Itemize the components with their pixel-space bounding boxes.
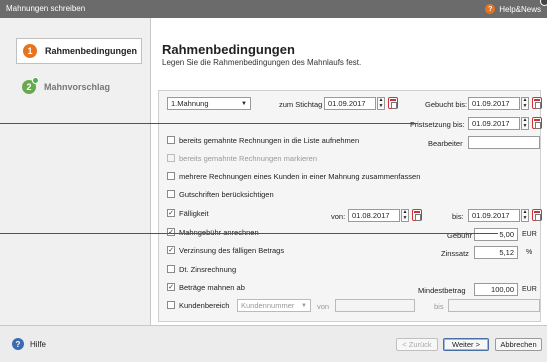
checkbox-bereits-markieren[interactable] [167,154,175,162]
opt-verzinsung-label: Verzinsung des fälligen Betrags [179,246,285,255]
opt-mehrere-label: mehrere Rechnungen eines Kunden in einer… [179,172,421,181]
faellig-von-spinner[interactable]: ▲ ▼ [401,209,409,222]
stichtag-field[interactable]: 01.09.2017 [324,97,376,110]
kunden-select-value: Kundennummer [241,301,295,310]
help-icon: ? [12,338,24,350]
chevron-down-icon: ▼ [241,100,247,107]
zinssatz-label: Zinssatz [441,249,469,258]
settings-panel: 1.Mahnung ▼ zum Stichtag 01.09.2017 ▲ ▼ G… [158,90,542,322]
page-subtitle: Legen Sie die Rahmenbedingungen des Mahn… [162,58,362,67]
title-bar: Mahnungen schreiben ? Help&News [0,0,547,18]
checkbox-faelligkeit[interactable]: ✓ [167,209,175,217]
close-icon[interactable] [540,0,547,6]
window-title: Mahnungen schreiben [6,4,86,13]
gebuehr-value: 5,00 [499,230,514,239]
opt-bereits-markieren-label: bereits gemahnte Rechnungen markieren [179,154,317,163]
checkbox-bereits-aufnehmen[interactable] [167,136,175,144]
help-news-link[interactable]: ? Help&News [485,4,541,14]
page-title: Rahmenbedingungen [162,42,295,57]
calendar-icon[interactable] [532,209,542,221]
checkbox-mehrere[interactable] [167,172,175,180]
main-content: Rahmenbedingungen Legen Sie die Rahmenbe… [152,18,547,325]
help-button[interactable]: ? Hilfe [12,338,46,350]
help-icon: ? [485,4,496,14]
checkbox-betraege[interactable]: ✓ [167,283,175,291]
bearbeiter-label: Bearbeiter [428,139,463,148]
faellig-von-label: von: [331,212,346,221]
stichtag-label: zum Stichtag [279,100,323,109]
stichtag-spinner[interactable]: ▲ ▼ [377,97,385,110]
opt-dt-zinsrechnung-label: Dt. Zinsrechnung [179,265,237,274]
calendar-icon[interactable] [412,209,422,221]
faellig-bis-value: 01.09.2017 [472,211,510,220]
step-number-icon: 1 [23,44,37,58]
footer-bar: ? Hilfe < Zurück Weiter > Abbrechen [0,325,547,362]
callout-line-gebucht [0,123,418,124]
kunden-von-field[interactable] [335,299,415,312]
gebuehr-field[interactable]: 5,00 [474,228,518,241]
fristsetzung-value: 01.09.2017 [472,119,510,128]
checkbox-kundenbereich[interactable] [167,301,175,309]
kunden-select[interactable]: Kundennummer ▼ [237,299,311,312]
gebuehr-unit: EUR [522,231,537,238]
chevron-down-icon: ▼ [301,302,307,309]
zinssatz-value: 5,12 [499,248,514,257]
callout-line-gebuehr [0,233,498,234]
back-button[interactable]: < Zurück [396,338,438,351]
fristsetzung-spinner[interactable]: ▲ ▼ [521,117,529,130]
opt-kundenbereich-label: Kundenbereich [179,301,230,310]
mindestbetrag-unit: EUR [522,286,537,293]
step-number-icon: 2 [22,77,39,94]
mahnstufe-value: 1.Mahnung [171,99,209,108]
faellig-bis-field[interactable]: 01.09.2017 [468,209,520,222]
faellig-von-value: 01.08.2017 [352,211,390,220]
mahnstufe-select[interactable]: 1.Mahnung ▼ [167,97,251,110]
opt-betraege-label: Beträge mahnen ab [179,283,245,292]
gebucht-label: Gebucht bis: [425,100,468,109]
faellig-bis-label: bis: [452,212,464,221]
mindestbetrag-field[interactable]: 100,00 [474,283,518,296]
bearbeiter-field[interactable] [468,136,540,149]
step-label: Rahmenbedingungen [45,46,137,56]
opt-faelligkeit-label: Fälligkeit [179,209,209,218]
step-number: 2 [26,82,32,92]
faellig-bis-spinner[interactable]: ▲ ▼ [521,209,529,222]
zinssatz-unit: % [526,249,533,256]
fristsetzung-label: Fristsetzung bis: [410,120,465,129]
checkbox-mahngebuehr[interactable]: ✓ [167,228,175,236]
kunden-bis-field[interactable] [448,299,540,312]
calendar-icon[interactable] [388,97,398,109]
kunden-bis-label: bis [434,302,444,311]
step-mahnvorschlag[interactable]: 2 Mahnvorschlag [22,74,142,100]
gebucht-value: 01.09.2017 [472,99,510,108]
gebucht-spinner[interactable]: ▲ ▼ [521,97,529,110]
calendar-icon[interactable] [532,97,542,109]
help-news-label: Help&News [499,4,541,14]
steps-pane: 1 Rahmenbedingungen 2 Mahnvorschlag [0,18,151,325]
next-button[interactable]: Weiter > [443,338,489,351]
mindestbetrag-value: 100,00 [491,285,514,294]
cancel-button[interactable]: Abbrechen [495,338,542,351]
fristsetzung-field[interactable]: 01.09.2017 [468,117,520,130]
check-icon [32,77,39,84]
checkbox-verzinsung[interactable]: ✓ [167,246,175,254]
opt-gutschriften-label: Gutschriften berücksichtigen [179,190,274,199]
zinssatz-field[interactable]: 5,12 [474,246,518,259]
calendar-icon[interactable] [532,117,542,129]
checkbox-gutschriften[interactable] [167,190,175,198]
faellig-von-field[interactable]: 01.08.2017 [348,209,400,222]
stichtag-value: 01.09.2017 [328,99,366,108]
step-rahmenbedingungen[interactable]: 1 Rahmenbedingungen [16,38,142,64]
step-label: Mahnvorschlag [44,82,111,92]
kunden-von-label: von [317,302,330,311]
help-label: Hilfe [30,339,47,349]
mindestbetrag-label: Mindestbetrag [418,286,466,295]
opt-bereits-aufnehmen-label: bereits gemahnte Rechnungen in die Liste… [179,136,360,145]
checkbox-dt-zinsrechnung[interactable] [167,265,175,273]
gebucht-field[interactable]: 01.09.2017 [468,97,520,110]
